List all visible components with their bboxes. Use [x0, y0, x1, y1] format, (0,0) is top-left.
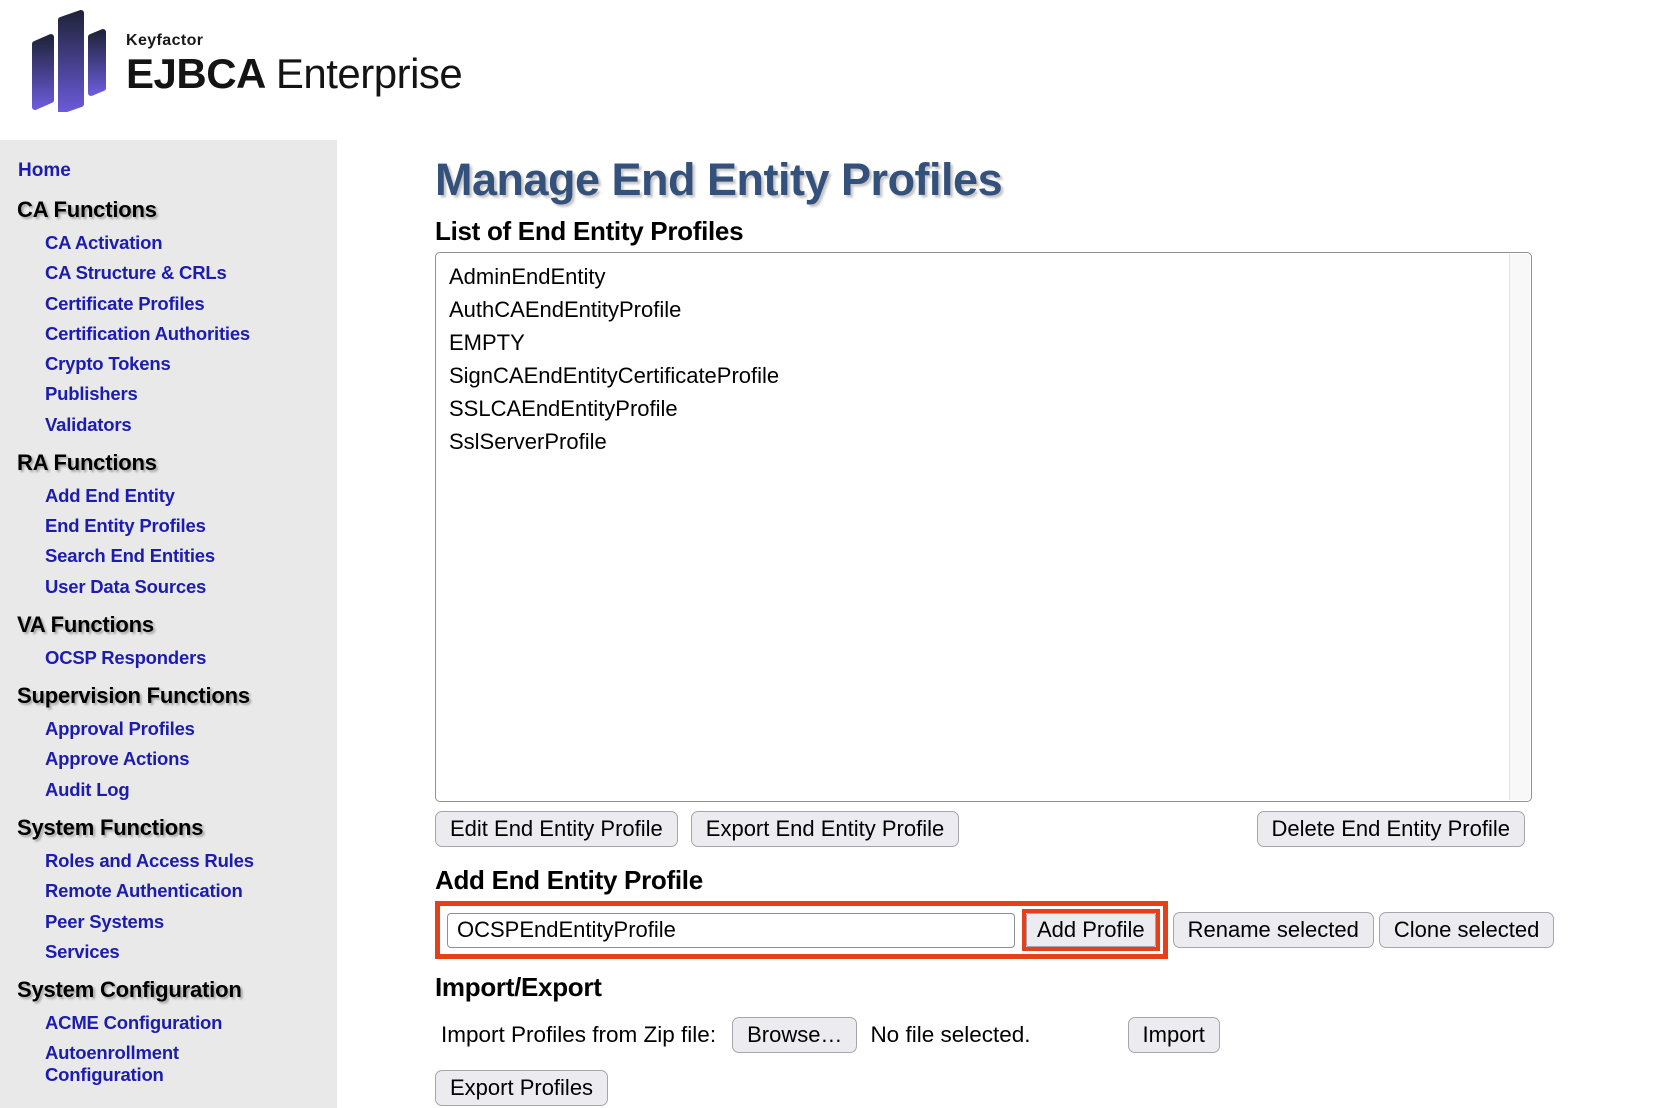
- sidebar-item-end-entity-profiles[interactable]: End Entity Profiles: [0, 515, 337, 536]
- ejbca-logo[interactable]: Keyfactor EJBCAEnterprise: [28, 8, 462, 112]
- logo-product-text: EJBCA: [126, 50, 266, 97]
- highlight-annotation-box: Add Profile: [435, 901, 1168, 959]
- logo-wordmark: Keyfactor EJBCAEnterprise: [126, 8, 462, 97]
- file-status-text: No file selected.: [870, 1022, 1030, 1048]
- sidebar-item-services[interactable]: Services: [0, 941, 337, 962]
- sidebar-item-ca-structure-crls[interactable]: CA Structure & CRLs: [0, 262, 337, 283]
- sidebar-item-remote-authentication[interactable]: Remote Authentication: [0, 880, 337, 901]
- import-profiles-label: Import Profiles from Zip file:: [441, 1022, 716, 1048]
- sidebar-item-search-end-entities[interactable]: Search End Entities: [0, 545, 337, 566]
- page-header: Keyfactor EJBCAEnterprise: [0, 0, 1654, 140]
- edit-end-entity-profile-button[interactable]: Edit End Entity Profile: [435, 811, 678, 847]
- profile-list-item[interactable]: AdminEndEntity: [436, 260, 1531, 293]
- export-profiles-button[interactable]: Export Profiles: [435, 1070, 608, 1106]
- sidebar-section-system-functions: System Functions: [0, 815, 337, 841]
- sidebar-item-peer-systems[interactable]: Peer Systems: [0, 911, 337, 932]
- list-of-end-entity-profiles-heading: List of End Entity Profiles: [435, 216, 1654, 247]
- sidebar-item-certification-authorities[interactable]: Certification Authorities: [0, 323, 337, 344]
- sidebar-section-ca-functions: CA Functions: [0, 197, 337, 223]
- keyfactor-logo-icon: [28, 8, 110, 112]
- add-end-entity-profile-heading: Add End Entity Profile: [435, 865, 1654, 896]
- profile-name-input[interactable]: [447, 913, 1015, 948]
- sidebar-item-add-end-entity[interactable]: Add End Entity: [0, 485, 337, 506]
- logo-brand-text: Keyfactor: [126, 32, 462, 50]
- add-profile-button[interactable]: Add Profile: [1026, 913, 1156, 947]
- listbox-scrollbar[interactable]: [1509, 254, 1530, 800]
- sidebar-item-ca-activation[interactable]: CA Activation: [0, 232, 337, 253]
- sidebar-item-approval-profiles[interactable]: Approval Profiles: [0, 718, 337, 739]
- profile-listbox[interactable]: AdminEndEntity AuthCAEndEntityProfile EM…: [435, 252, 1532, 802]
- sidebar-item-publishers[interactable]: Publishers: [0, 383, 337, 404]
- logo-edition-text: Enterprise: [276, 50, 462, 97]
- highlight-annotation-inner-box: Add Profile: [1022, 909, 1160, 951]
- profile-list-item[interactable]: SSLCAEndEntityProfile: [436, 392, 1531, 425]
- page-title: Manage End Entity Profiles: [435, 154, 1654, 206]
- sidebar-item-user-data-sources[interactable]: User Data Sources: [0, 576, 337, 597]
- rename-selected-button[interactable]: Rename selected: [1173, 912, 1374, 948]
- sidebar-section-ra-functions: RA Functions: [0, 450, 337, 476]
- sidebar-navigation: Home CA Functions CA Activation CA Struc…: [0, 140, 337, 1108]
- sidebar-item-acme-configuration[interactable]: ACME Configuration: [0, 1012, 337, 1033]
- sidebar-section-system-configuration: System Configuration: [0, 977, 337, 1003]
- profile-list-item[interactable]: SignCAEndEntityCertificateProfile: [436, 359, 1531, 392]
- sidebar-section-va-functions: VA Functions: [0, 612, 337, 638]
- delete-end-entity-profile-button[interactable]: Delete End Entity Profile: [1257, 811, 1525, 847]
- sidebar-item-validators[interactable]: Validators: [0, 414, 337, 435]
- sidebar-item-ocsp-responders[interactable]: OCSP Responders: [0, 647, 337, 668]
- export-end-entity-profile-button[interactable]: Export End Entity Profile: [691, 811, 959, 847]
- main-content: Manage End Entity Profiles List of End E…: [337, 140, 1654, 1108]
- sidebar-item-autoenrollment-configuration[interactable]: Autoenrollment Configuration: [0, 1042, 337, 1085]
- sidebar-item-crypto-tokens[interactable]: Crypto Tokens: [0, 353, 337, 374]
- import-button[interactable]: Import: [1128, 1017, 1220, 1053]
- sidebar-item-approve-actions[interactable]: Approve Actions: [0, 748, 337, 769]
- profile-list-item[interactable]: AuthCAEndEntityProfile: [436, 293, 1531, 326]
- browse-button[interactable]: Browse…: [732, 1017, 857, 1053]
- sidebar-item-roles-and-access-rules[interactable]: Roles and Access Rules: [0, 850, 337, 871]
- profile-list-item[interactable]: EMPTY: [436, 326, 1531, 359]
- sidebar-section-supervision-functions: Supervision Functions: [0, 683, 337, 709]
- profile-list-item[interactable]: SslServerProfile: [436, 425, 1531, 458]
- sidebar-item-home[interactable]: Home: [0, 160, 337, 182]
- sidebar-item-audit-log[interactable]: Audit Log: [0, 779, 337, 800]
- import-export-heading: Import/Export: [435, 972, 1654, 1003]
- clone-selected-button[interactable]: Clone selected: [1379, 912, 1555, 948]
- sidebar-item-certificate-profiles[interactable]: Certificate Profiles: [0, 293, 337, 314]
